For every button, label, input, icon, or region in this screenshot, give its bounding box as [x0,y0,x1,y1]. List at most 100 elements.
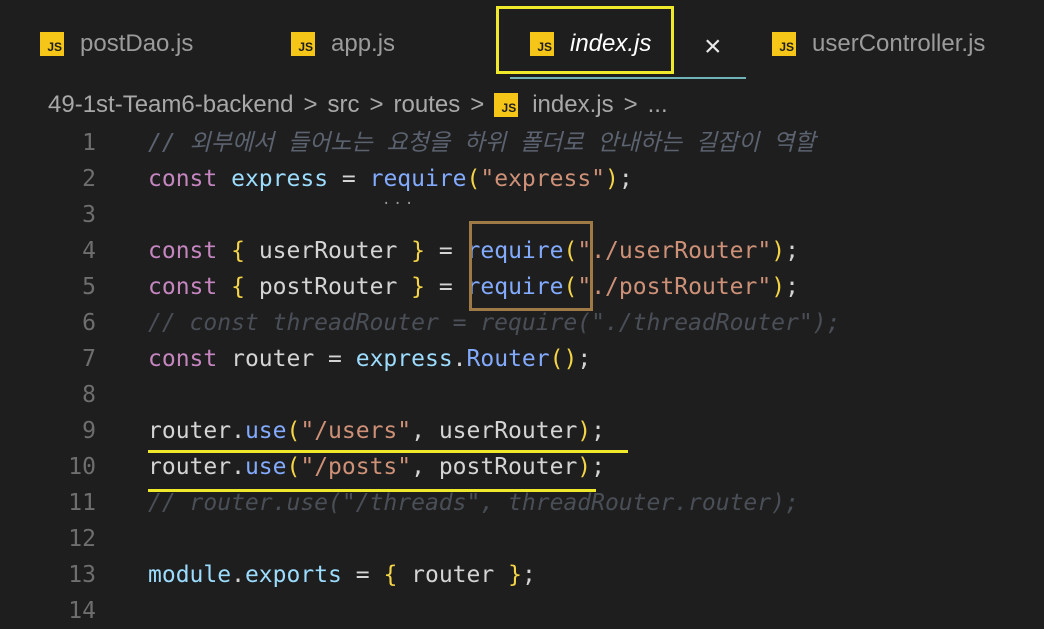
chevron-right-icon: > [470,91,485,118]
code-token: router. [148,418,245,444]
line-number: 1 [82,130,96,156]
code-text: const express = require("express"); [148,161,633,197]
code-token: ; [521,562,536,588]
code-token: { [231,238,245,264]
chevron-right-icon: > [369,91,384,118]
code-token: router. [148,454,245,480]
code-line[interactable]: 12 [0,521,1044,557]
code-token: exports [244,562,342,588]
code-line[interactable]: 7 const router = express.Router(); [0,341,1044,377]
code-token: "/users" [300,418,412,444]
code-token: router [397,562,509,588]
tab-label: app.js [331,30,396,57]
line-number: 3 [82,202,96,228]
active-tab-indicator [510,77,746,79]
code-token: { [383,562,398,588]
line-10-underline [148,489,596,492]
line-number: 6 [82,310,96,336]
tab-postdao[interactable]: JS postDao.js [40,0,193,88]
code-token: ; [577,346,592,372]
code-token: Router [466,346,550,372]
code-line[interactable]: 10 router.use("/posts", postRouter); [0,449,1044,485]
code-text: // 외부에서 들어노는 요청을 하위 폴더로 안내하는 길잡이 역할 [148,125,815,161]
line-9-underline [148,450,628,453]
code-token: ( [286,454,301,480]
code-token: ; [618,166,633,192]
code-line[interactable]: 1 // 외부에서 들어노는 요청을 하위 폴더로 안내하는 길잡이 역할 [0,125,1044,161]
code-token: const [148,346,218,372]
code-token: use [244,418,287,444]
code-token: = [341,562,384,588]
line-number: 2 [82,166,96,192]
line-number: 14 [68,598,96,624]
line-number: 5 [82,274,96,300]
code-token: "./postRouter" [577,274,772,300]
tab-label: userController.js [812,30,986,57]
code-token: module [148,562,232,588]
js-file-icon: JS [772,32,796,56]
code-token: // const threadRouter = require("./threa… [148,310,841,336]
code-token: = [425,274,467,300]
tab-usercontroller[interactable]: JS userController.js [772,0,985,88]
tab-app[interactable]: JS app.js [291,0,395,88]
breadcrumb-item-src[interactable]: src [327,91,359,119]
code-line[interactable]: 14 [0,593,1044,629]
code-token: express [355,346,453,372]
close-icon[interactable]: × [704,32,722,62]
line-number: 12 [68,526,96,552]
breadcrumb-item-project[interactable]: 49-1st-Team6-backend [48,91,293,119]
line-number: 11 [68,490,96,516]
code-token: , postRouter [411,454,578,480]
code-token: { [231,274,245,300]
line-number: 4 [82,238,96,264]
chevron-right-icon: > [303,91,318,118]
code-text: module.exports = { router }; [148,557,536,593]
code-token: ) [605,166,619,192]
tab-highlight-box [496,6,674,74]
tab-bar: JS postDao.js JS app.js JS index.js × JS… [0,0,1044,88]
code-text: router.use("/users", userRouter); [148,413,605,449]
line-number: 8 [82,382,96,408]
code-line[interactable]: 13 module.exports = { router }; [0,557,1044,593]
chevron-right-icon: > [623,91,638,118]
code-token: use [244,454,287,480]
breadcrumb: 49-1st-Team6-backend > src > routes > JS… [48,90,668,120]
line-number: 10 [68,454,96,480]
line-number: 13 [68,562,96,588]
code-token: ( [286,418,301,444]
code-token: , userRouter [411,418,578,444]
js-file-icon: JS [40,32,64,56]
breadcrumb-item-file[interactable]: index.js [532,91,613,119]
code-token: ) [577,418,592,444]
code-token: const [148,166,218,192]
code-token: } [411,274,425,300]
code-text: const router = express.Router(); [148,341,591,377]
code-token: ; [785,274,799,300]
code-line[interactable]: 9 router.use("/users", userRouter); [0,413,1044,449]
code-token: = [425,238,467,264]
code-token: "/posts" [300,454,412,480]
hint-dots: ··· [382,196,417,212]
code-token: } [508,562,522,588]
code-token: // router.use("/threads", threadRouter.r… [148,490,799,516]
code-token: require [369,166,467,192]
breadcrumb-item-routes[interactable]: routes [394,91,461,119]
breadcrumb-item-symbol[interactable]: ... [648,91,668,119]
code-token: // 외부에서 들어노는 요청을 하위 폴더로 안내하는 길잡이 역할 [148,130,816,156]
code-token: . [231,562,245,588]
require-highlight-box [469,221,593,311]
code-token: const [148,238,218,264]
code-token: ; [591,418,606,444]
code-token: ; [591,454,606,480]
tab-label: postDao.js [80,30,194,57]
code-token: router = [217,346,356,372]
code-line[interactable]: 2 const express = require("express"); [0,161,1044,197]
line-number: 7 [82,346,96,372]
code-token: postRouter [244,274,412,300]
code-token: . [452,346,467,372]
code-line[interactable]: 8 [0,377,1044,413]
code-token: userRouter [244,238,412,264]
